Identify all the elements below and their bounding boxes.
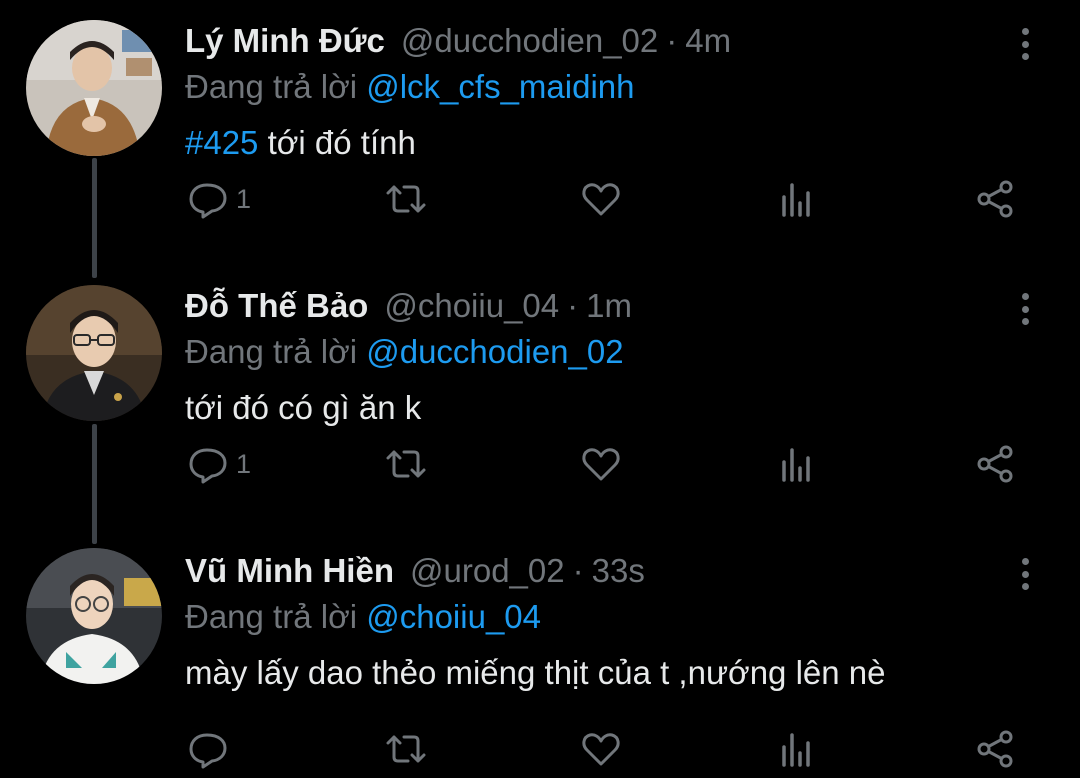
timestamp[interactable]: 4m xyxy=(685,22,731,60)
display-name[interactable]: Đỗ Thế Bảo xyxy=(185,287,368,325)
share-button[interactable] xyxy=(975,727,1015,771)
views-icon xyxy=(782,448,810,482)
avatar[interactable] xyxy=(26,20,162,156)
avatar[interactable] xyxy=(26,548,162,684)
reply-icon xyxy=(189,448,227,484)
action-bar: 1 xyxy=(0,177,1080,221)
views-icon xyxy=(782,733,810,767)
reply-button[interactable]: 1 xyxy=(188,442,251,486)
tweet-header: Đỗ Thế Bảo @choiiu_04 · 1m xyxy=(185,287,632,331)
reply-mention-link[interactable]: @choiiu_04 xyxy=(366,598,541,635)
like-button[interactable] xyxy=(581,177,621,221)
reply-button[interactable] xyxy=(188,727,236,771)
retweet-button[interactable] xyxy=(384,727,428,771)
avatar-image xyxy=(26,20,162,156)
like-button[interactable] xyxy=(581,727,621,771)
share-button[interactable] xyxy=(975,442,1015,486)
user-handle[interactable]: @urod_02 xyxy=(410,552,565,590)
reply-button[interactable]: 1 xyxy=(188,177,251,221)
action-bar: 1 xyxy=(0,442,1080,486)
timestamp[interactable]: 1m xyxy=(586,287,632,325)
retweet-button[interactable] xyxy=(384,177,428,221)
reply-thread: Lý Minh Đức @ducchodien_02 · 4m Đang trả… xyxy=(0,0,1080,778)
retweet-button[interactable] xyxy=(384,442,428,486)
separator: · xyxy=(666,22,678,59)
display-name[interactable]: Lý Minh Đức xyxy=(185,22,385,60)
display-name[interactable]: Vũ Minh Hiền xyxy=(185,552,394,590)
reply-prefix: Đang trả lời xyxy=(185,598,358,635)
separator: · xyxy=(572,552,584,589)
hashtag-link[interactable]: #425 xyxy=(185,124,258,161)
share-icon xyxy=(977,445,1013,483)
like-icon xyxy=(582,448,620,481)
tweet-text: tới đó có gì ăn k xyxy=(185,389,421,427)
tweet-header: Lý Minh Đức @ducchodien_02 · 4m xyxy=(185,22,731,66)
tweet[interactable]: Đỗ Thế Bảo @choiiu_04 · 1m Đang trả lời … xyxy=(0,265,1080,530)
tweet[interactable]: Vũ Minh Hiền @urod_02 · 33s Đang trả lời… xyxy=(0,530,1080,778)
tweet-text-content: tới đó tính xyxy=(258,124,416,161)
reply-mention-link[interactable]: @lck_cfs_maidinh xyxy=(366,68,634,105)
views-button[interactable] xyxy=(780,177,814,221)
share-icon xyxy=(977,730,1013,768)
avatar-image xyxy=(26,285,162,421)
tweet[interactable]: Lý Minh Đức @ducchodien_02 · 4m Đang trả… xyxy=(0,0,1080,265)
more-icon[interactable] xyxy=(1012,289,1038,329)
tweet-text: mày lấy dao thẻo miếng thịt của t ,nướng… xyxy=(185,654,885,692)
tweet-text-content: mày lấy dao thẻo miếng thịt của t ,nướng… xyxy=(185,654,886,691)
reply-context: Đang trả lời @choiiu_04 xyxy=(185,598,541,636)
like-icon xyxy=(582,733,620,766)
retweet-icon xyxy=(386,450,426,478)
reply-prefix: Đang trả lời xyxy=(185,68,358,105)
views-button[interactable] xyxy=(780,442,814,486)
reply-prefix: Đang trả lời xyxy=(185,333,358,370)
reply-count: 1 xyxy=(236,183,252,214)
views-button[interactable] xyxy=(780,727,814,771)
share-icon xyxy=(977,180,1013,218)
avatar-image xyxy=(26,548,162,684)
reply-mention-link[interactable]: @ducchodien_02 xyxy=(366,333,623,370)
user-handle[interactable]: @ducchodien_02 xyxy=(401,22,658,60)
tweet-text-content: tới đó có gì ăn k xyxy=(185,389,422,426)
avatar[interactable] xyxy=(26,285,162,421)
share-button[interactable] xyxy=(975,177,1015,221)
reply-context: Đang trả lời @lck_cfs_maidinh xyxy=(185,68,635,106)
tweet-header: Vũ Minh Hiền @urod_02 · 33s xyxy=(185,552,645,596)
timestamp[interactable]: 33s xyxy=(592,552,645,590)
reply-icon xyxy=(189,733,227,769)
action-bar xyxy=(0,727,1080,771)
views-icon xyxy=(782,183,810,217)
more-icon[interactable] xyxy=(1012,554,1038,594)
separator: · xyxy=(567,287,579,324)
like-button[interactable] xyxy=(581,442,621,486)
retweet-icon xyxy=(386,185,426,213)
like-icon xyxy=(582,183,620,216)
user-handle[interactable]: @choiiu_04 xyxy=(384,287,559,325)
reply-icon xyxy=(189,183,227,219)
reply-context: Đang trả lời @ducchodien_02 xyxy=(185,333,624,371)
tweet-text: #425 tới đó tính xyxy=(185,124,416,162)
retweet-icon xyxy=(386,735,426,763)
more-icon[interactable] xyxy=(1012,24,1038,64)
reply-count: 1 xyxy=(236,448,252,479)
